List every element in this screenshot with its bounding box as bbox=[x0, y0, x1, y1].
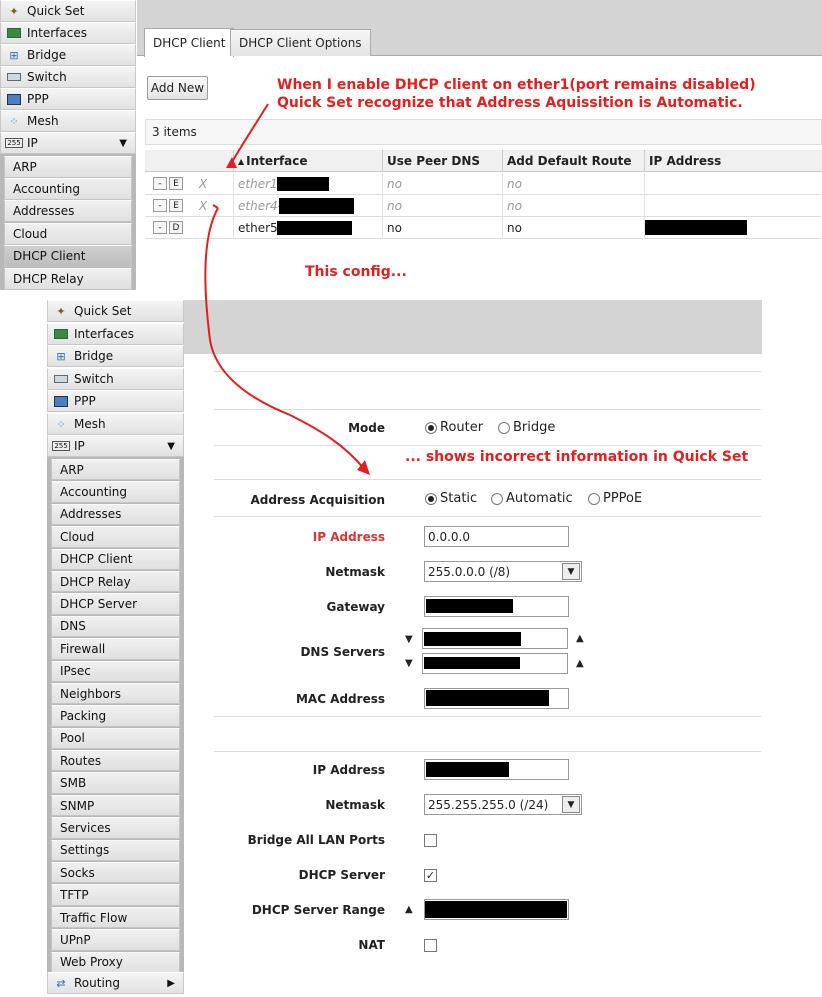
arrow-to-ether1 bbox=[231, 103, 269, 163]
arrow-tail bbox=[212, 204, 219, 209]
annotation-arrows bbox=[204, 103, 370, 475]
arrowhead bbox=[226, 157, 237, 168]
arrow-to-quickset bbox=[204, 207, 366, 471]
